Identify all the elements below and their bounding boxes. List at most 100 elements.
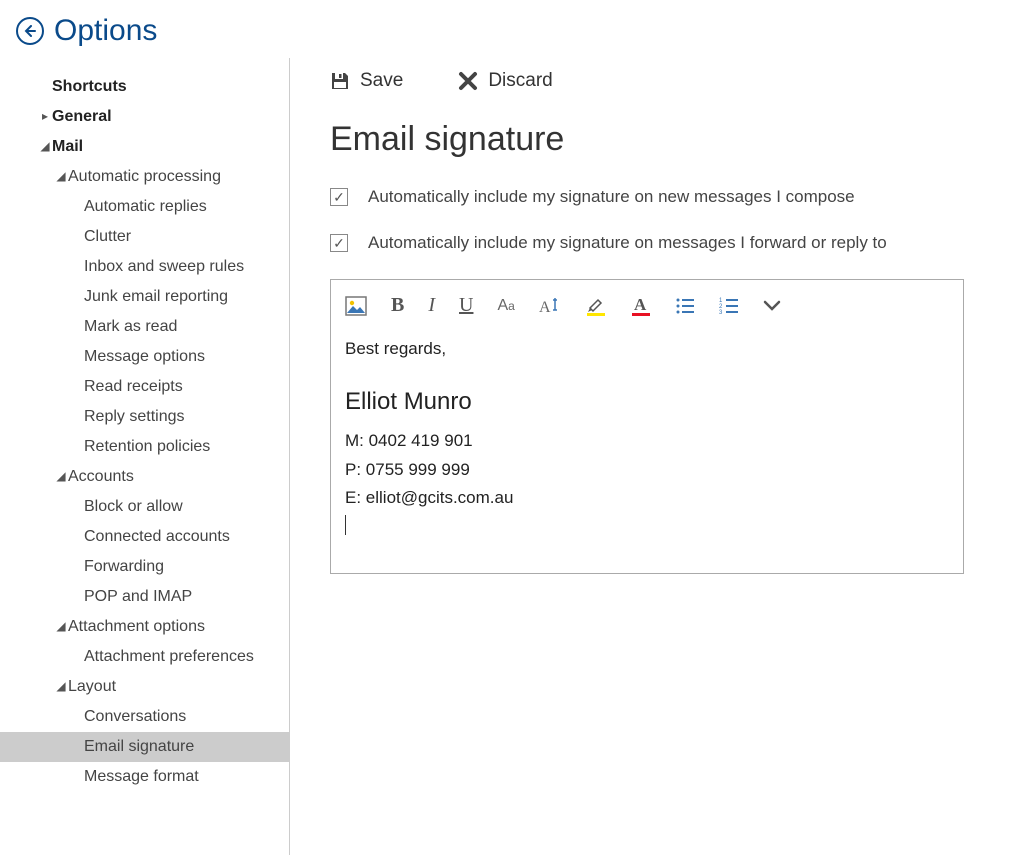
sidebar-item-label: Block or allow <box>84 498 183 516</box>
italic-button[interactable]: I <box>428 294 435 317</box>
sidebar-item-pop-imap[interactable]: POP and IMAP <box>0 582 289 612</box>
save-label: Save <box>360 70 403 92</box>
sidebar-item-reply-settings[interactable]: Reply settings <box>0 402 289 432</box>
font-style-button[interactable]: A <box>539 296 561 316</box>
sidebar-item-automatic-processing[interactable]: ◢ Automatic processing <box>0 162 289 192</box>
sidebar-item-message-options[interactable]: Message options <box>0 342 289 372</box>
insert-image-button[interactable] <box>345 296 367 316</box>
sidebar-item-label: Clutter <box>84 228 131 246</box>
number-list-button[interactable]: 1 2 3 <box>719 297 739 315</box>
sidebar-item-automatic-replies[interactable]: Automatic replies <box>0 192 289 222</box>
discard-button[interactable]: Discard <box>458 70 552 92</box>
sidebar-item-label: General <box>52 108 112 126</box>
header-title: Options <box>54 14 157 48</box>
sidebar-item-label: Reply settings <box>84 408 185 426</box>
sidebar-item-label: Message format <box>84 768 199 786</box>
caret-down-icon: ◢ <box>54 169 68 183</box>
sidebar-item-attachment-options[interactable]: ◢ Attachment options <box>0 612 289 642</box>
checkmark-icon: ✓ <box>333 236 345 250</box>
page-title: Email signature <box>330 120 990 159</box>
number-list-icon: 1 2 3 <box>719 297 739 315</box>
sidebar-item-label: Automatic replies <box>84 198 207 216</box>
save-icon <box>330 71 350 91</box>
sidebar-item-label: Automatic processing <box>68 168 221 186</box>
sidebar-item-message-format[interactable]: Message format <box>0 762 289 792</box>
back-button[interactable] <box>16 17 44 45</box>
sidebar-item-label: Accounts <box>68 468 134 486</box>
more-options-button[interactable] <box>763 300 781 312</box>
sidebar-item-retention-policies[interactable]: Retention policies <box>0 432 289 462</box>
checkbox-label: Automatically include my signature on me… <box>368 233 887 253</box>
sidebar-item-mark-as-read[interactable]: Mark as read <box>0 312 289 342</box>
font-size-icon: Aa <box>497 297 514 315</box>
checkmark-icon: ✓ <box>333 190 345 204</box>
sidebar-item-layout[interactable]: ◢ Layout <box>0 672 289 702</box>
font-color-button[interactable]: A <box>631 295 651 317</box>
highlight-button[interactable] <box>585 295 607 317</box>
sidebar-item-shortcuts[interactable]: Shortcuts <box>0 72 289 102</box>
italic-icon: I <box>428 294 435 317</box>
underline-icon: U <box>459 294 473 317</box>
bold-icon: B <box>391 294 404 317</box>
sidebar-item-label: Forwarding <box>84 558 164 576</box>
caret-down-icon: ◢ <box>54 619 68 633</box>
bold-button[interactable]: B <box>391 294 404 317</box>
sidebar-item-label: Shortcuts <box>52 78 127 96</box>
sidebar-item-general[interactable]: ▸ General <box>0 102 289 132</box>
highlight-icon <box>585 295 607 317</box>
svg-text:3: 3 <box>719 310 723 315</box>
bullet-list-icon <box>675 297 695 315</box>
sidebar-item-conversations[interactable]: Conversations <box>0 702 289 732</box>
font-size-button[interactable]: Aa <box>497 297 514 315</box>
font-color-icon: A <box>631 295 651 317</box>
save-button[interactable]: Save <box>330 70 403 92</box>
svg-text:A: A <box>539 299 551 316</box>
sidebar-item-label: Email signature <box>84 738 194 756</box>
sidebar-item-label: Attachment options <box>68 618 205 636</box>
action-bar: Save Discard <box>330 70 990 92</box>
sidebar-item-label: Conversations <box>84 708 186 726</box>
checkbox-forward-reply-row: ✓ Automatically include my signature on … <box>330 233 990 253</box>
sidebar-item-label: Retention policies <box>84 438 210 456</box>
sidebar-item-read-receipts[interactable]: Read receipts <box>0 372 289 402</box>
content-panel: Save Discard Email signature ✓ Automatic… <box>290 58 1030 855</box>
sidebar-item-accounts[interactable]: ◢ Accounts <box>0 462 289 492</box>
sidebar: Shortcuts ▸ General ◢ Mail ◢ Automatic p… <box>0 58 290 855</box>
sidebar-item-label: Attachment preferences <box>84 648 254 666</box>
caret-down-icon: ◢ <box>54 679 68 693</box>
sidebar-item-label: POP and IMAP <box>84 588 192 606</box>
sidebar-item-email-signature[interactable]: Email signature <box>0 732 289 762</box>
sidebar-item-label: Mail <box>52 138 83 156</box>
signature-editor: B I U Aa A <box>330 279 964 574</box>
checkbox-label: Automatically include my signature on ne… <box>368 187 855 207</box>
signature-name: Elliot Munro <box>345 382 949 423</box>
sidebar-item-junk-email[interactable]: Junk email reporting <box>0 282 289 312</box>
editor-toolbar: B I U Aa A <box>331 280 963 329</box>
caret-right-icon: ▸ <box>38 109 52 123</box>
sidebar-item-forwarding[interactable]: Forwarding <box>0 552 289 582</box>
signature-mobile: M: 0402 419 901 <box>345 427 949 456</box>
page-header: Options <box>0 0 1030 58</box>
bullet-list-button[interactable] <box>675 297 695 315</box>
signature-email: E: elliot@gcits.com.au <box>345 484 949 513</box>
sidebar-item-label: Message options <box>84 348 205 366</box>
underline-button[interactable]: U <box>459 294 473 317</box>
caret-down-icon: ◢ <box>38 139 52 153</box>
sidebar-item-clutter[interactable]: Clutter <box>0 222 289 252</box>
signature-textarea[interactable]: Best regards, Elliot Munro M: 0402 419 9… <box>331 329 963 573</box>
checkbox-forward-reply[interactable]: ✓ <box>330 234 348 252</box>
sidebar-item-label: Inbox and sweep rules <box>84 258 244 276</box>
text-cursor <box>345 515 346 535</box>
font-style-icon: A <box>539 296 561 316</box>
checkbox-new-messages[interactable]: ✓ <box>330 188 348 206</box>
sidebar-item-connected-accounts[interactable]: Connected accounts <box>0 522 289 552</box>
image-icon <box>345 296 367 316</box>
sidebar-item-label: Layout <box>68 678 116 696</box>
discard-icon <box>458 71 478 91</box>
discard-label: Discard <box>488 70 552 92</box>
sidebar-item-block-allow[interactable]: Block or allow <box>0 492 289 522</box>
sidebar-item-inbox-sweep[interactable]: Inbox and sweep rules <box>0 252 289 282</box>
signature-phone: P: 0755 999 999 <box>345 456 949 485</box>
sidebar-item-mail[interactable]: ◢ Mail <box>0 132 289 162</box>
sidebar-item-attachment-preferences[interactable]: Attachment preferences <box>0 642 289 672</box>
